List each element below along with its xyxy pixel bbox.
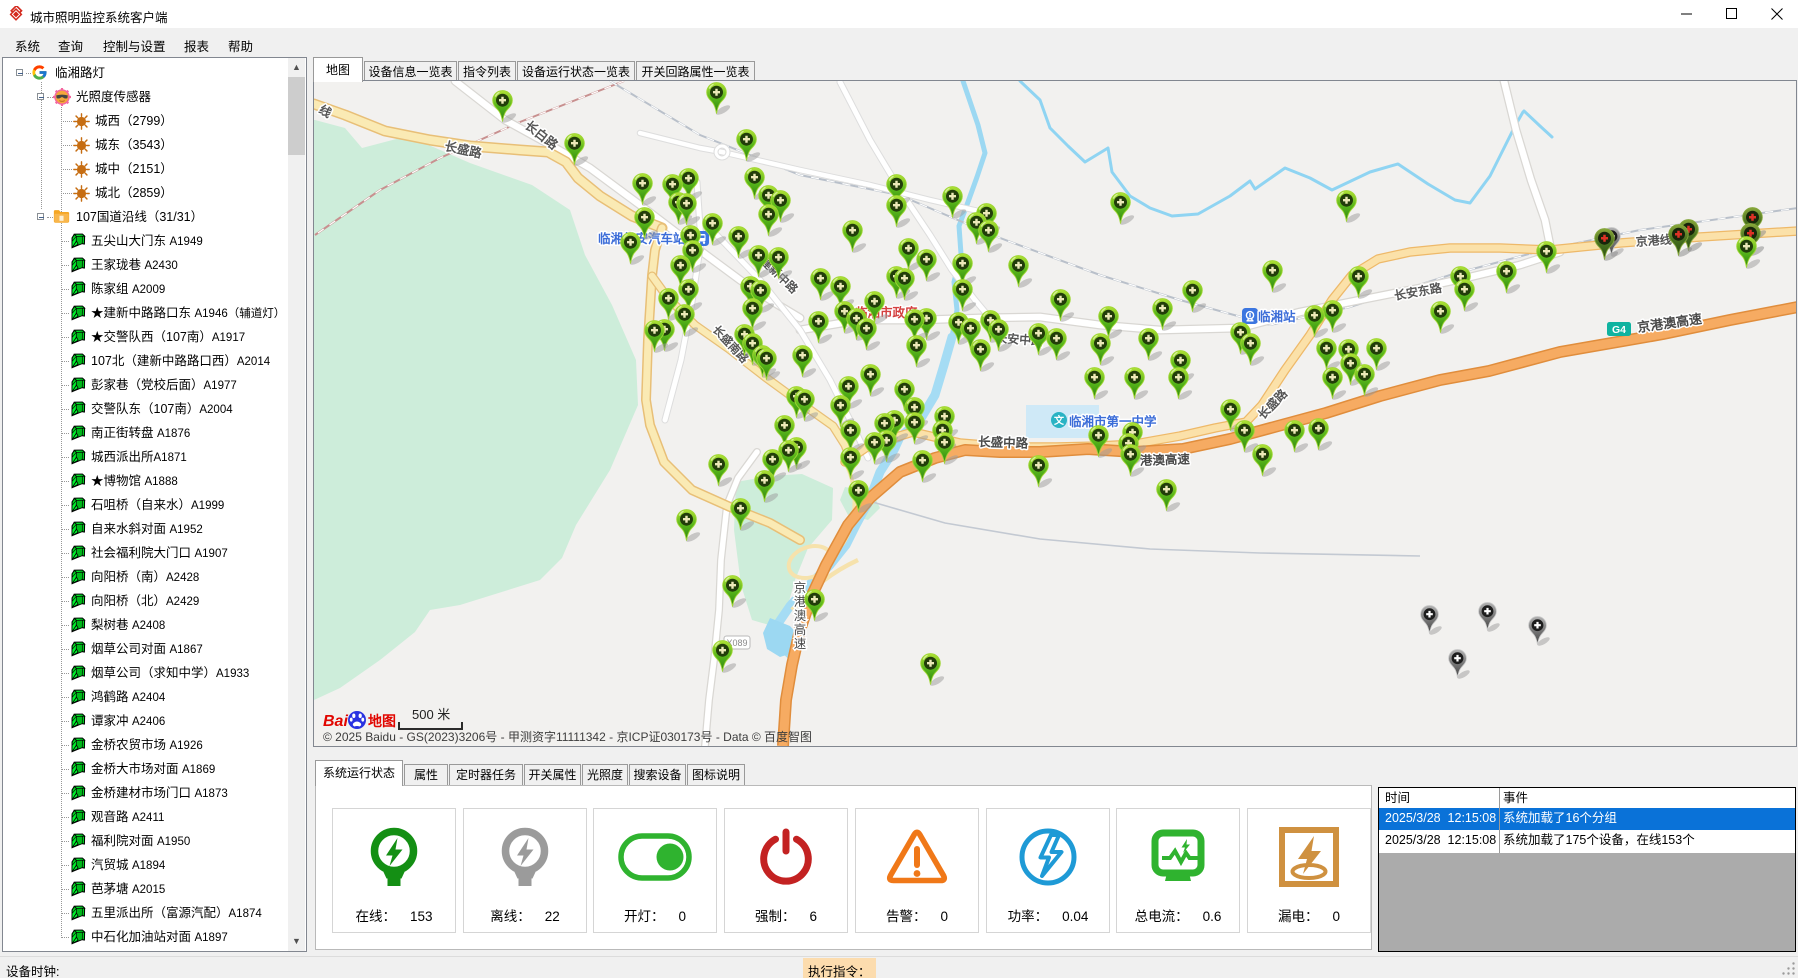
svg-text:京港线: 京港线: [1635, 232, 1672, 249]
svg-text:京: 京: [794, 581, 807, 595]
svg-text:临湘市第一中学: 临湘市第一中学: [1069, 414, 1157, 429]
svg-text:高: 高: [794, 622, 807, 637]
svg-text:Bai: Bai: [323, 713, 348, 730]
svg-text:© 2025 Baidu - GS(2023)3206号 -: © 2025 Baidu - GS(2023)3206号 - 甲测资字11111…: [323, 729, 812, 744]
svg-text:港澳高速: 港澳高速: [1140, 451, 1191, 468]
svg-text:临湘长安汽车站: 临湘长安汽车站: [598, 231, 686, 246]
svg-text:文: 文: [1054, 414, 1065, 427]
svg-text:长盛中路: 长盛中路: [978, 434, 1029, 451]
svg-text:速: 速: [794, 637, 807, 651]
svg-text:地图: 地图: [368, 713, 396, 729]
svg-text:临湘站: 临湘站: [1258, 309, 1296, 324]
svg-text:500 米: 500 米: [412, 707, 450, 722]
svg-text:澳: 澳: [794, 609, 807, 623]
svg-text:G4: G4: [1612, 324, 1626, 336]
